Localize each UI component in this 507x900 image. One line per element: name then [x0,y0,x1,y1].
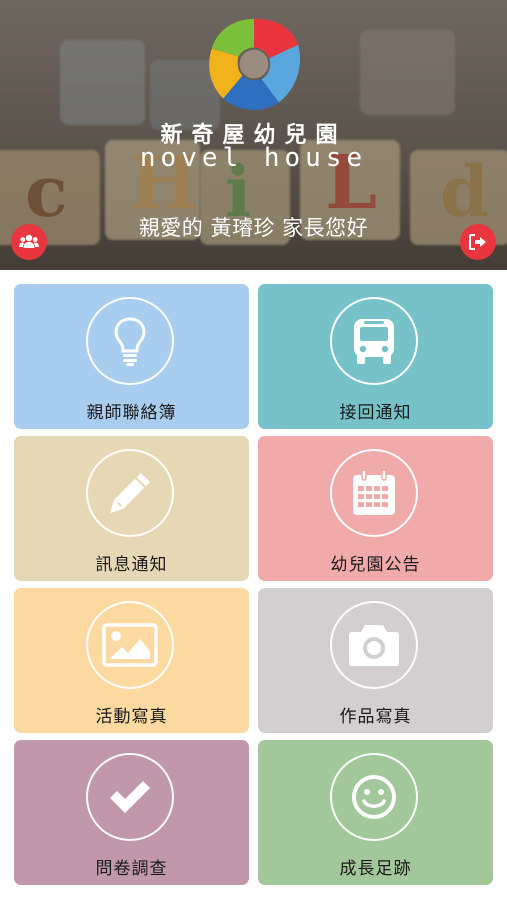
tile-label: 作品寫真 [339,707,412,727]
tile-icon-circle [86,297,174,385]
feature-grid: 親師聯絡簿 接回通知 訊息通知 幼兒園公告 活動寫真 作品寫真 問卷調查 成長足… [14,284,493,885]
tile-announcements[interactable]: 幼兒園公告 [258,436,493,581]
tile-icon-circle [86,753,174,841]
tile-label: 訊息通知 [95,555,168,575]
tile-label: 成長足跡 [339,859,412,879]
smile-icon [352,775,396,819]
tile-icon-circle [330,753,418,841]
header-banner: c H i L d 新奇屋幼兒園 novel house 親愛的 黃璿珍 家長您… [0,0,507,270]
tile-label: 親師聯絡簿 [86,403,177,423]
lightbulb-icon [114,317,146,366]
calendar-icon [353,469,395,515]
tile-pickup-notice[interactable]: 接回通知 [258,284,493,429]
tile-label: 問卷調查 [95,859,168,879]
bus-icon [354,319,394,364]
checkmark-icon [110,781,150,813]
tile-icon-circle [330,601,418,689]
logout-button[interactable] [460,224,496,260]
image-icon [102,623,158,667]
tile-icon-circle [330,297,418,385]
tile-survey[interactable]: 問卷調查 [14,740,249,885]
tile-icon-circle [86,601,174,689]
tile-growth-record[interactable]: 成長足跡 [258,740,493,885]
tile-label: 幼兒園公告 [330,555,421,575]
tile-activity-photos[interactable]: 活動寫真 [14,588,249,733]
tile-messages[interactable]: 訊息通知 [14,436,249,581]
tile-contact-book[interactable]: 親師聯絡簿 [14,284,249,429]
group-icon [19,234,39,248]
brand-english-name: novel house [139,143,368,173]
tile-label: 活動寫真 [95,707,168,727]
tile-icon-circle [86,449,174,537]
tile-artwork-photos[interactable]: 作品寫真 [258,588,493,733]
tile-icon-circle [330,449,418,537]
pencil-icon [110,473,150,513]
novel-house-logo [209,18,301,110]
camera-icon [349,625,399,666]
group-button[interactable] [11,224,47,260]
parent-greeting: 親愛的 黃璿珍 家長您好 [138,216,369,240]
tile-label: 接回通知 [339,403,412,423]
logout-icon [469,234,486,250]
